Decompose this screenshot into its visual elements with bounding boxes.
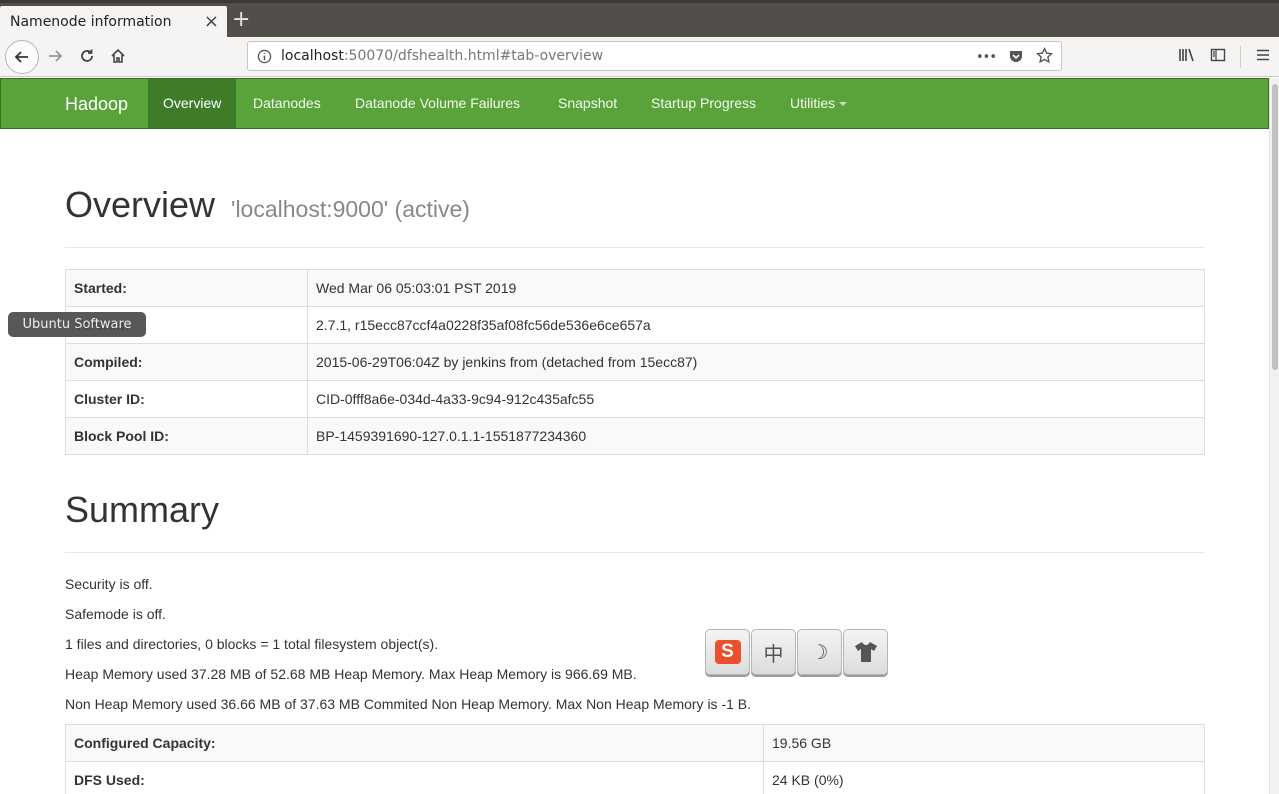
back-arrow-icon[interactable] — [5, 40, 39, 74]
table-row: Block Pool ID: BP-1459391690-127.0.1.1-15… — [65, 417, 1205, 455]
row-key: Compiled: — [65, 343, 308, 381]
library-icon[interactable] — [1178, 47, 1196, 67]
brand-logo[interactable]: Hadoop — [65, 94, 128, 115]
url-text[interactable]: localhost:50070/dfshealth.html#tab-overv… — [281, 48, 603, 64]
summary-heading: Summary — [65, 489, 220, 530]
ubuntu-software-tooltip: Ubuntu Software — [8, 312, 146, 337]
summary-line: 1 files and directories, 0 blocks = 1 to… — [65, 636, 439, 652]
summary-line: Security is off. — [65, 576, 153, 592]
chinese-mode-button[interactable]: 中 — [751, 629, 796, 675]
divider — [65, 552, 1205, 553]
ime-toolbar: S 中 ☽ — [705, 629, 888, 675]
sidebar-icon[interactable] — [1210, 47, 1226, 67]
summary-line: Non Heap Memory used 36.66 MB of 37.63 M… — [65, 696, 752, 712]
overview-subtitle: 'localhost:9000' (active) — [231, 196, 470, 222]
url-bar[interactable]: localhost:50070/dfshealth.html#tab-overv… — [247, 41, 1062, 71]
row-key: Cluster ID: — [65, 380, 308, 418]
nav-startup-progress[interactable]: Startup Progress — [636, 79, 771, 128]
sogou-s-icon: S — [714, 640, 741, 664]
browser-tab[interactable]: Namenode information × — [0, 6, 227, 40]
hadoop-navbar: Hadoop Overview Datanodes Datanode Volum… — [0, 78, 1269, 129]
shirt-icon — [854, 642, 877, 662]
reload-icon[interactable] — [72, 41, 102, 71]
pocket-icon[interactable] — [1008, 48, 1024, 68]
moon-icon: ☽ — [810, 640, 829, 664]
row-key: Started: — [65, 269, 308, 307]
browser-toolbar: localhost:50070/dfshealth.html#tab-overv… — [0, 37, 1279, 77]
chinese-mode-icon: 中 — [763, 641, 784, 666]
table-row: Configured Capacity: 19.56 GB — [65, 724, 1205, 762]
skin-button[interactable] — [843, 629, 888, 675]
overview-heading: Overview 'localhost:9000' (active) — [65, 184, 470, 226]
overview-table: Started:Wed Mar 06 05:03:01 PST 2019 Ver… — [65, 269, 1205, 455]
row-key: Configured Capacity: — [65, 724, 764, 762]
nav-utilities-label: Utilities — [790, 95, 836, 111]
summary-line: Safemode is off. — [65, 606, 166, 622]
nav-snapshot[interactable]: Snapshot — [543, 79, 632, 128]
row-key: DFS Used: — [65, 761, 764, 794]
row-value: 2.7.1, r15ecc87ccf4a0228f35af08fc56de536… — [307, 306, 1205, 344]
page-scrollbar[interactable] — [1269, 78, 1279, 794]
row-value: Wed Mar 06 05:03:01 PST 2019 — [307, 269, 1205, 307]
nav-overview[interactable]: Overview — [148, 79, 237, 128]
tab-close-icon[interactable]: × — [204, 13, 219, 31]
row-value: 2015-06-29T06:04Z by jenkins from (detac… — [307, 343, 1205, 381]
table-row: Compiled: 2015-06-29T06:04Z by jenkins fr… — [65, 343, 1205, 381]
new-tab-button[interactable]: + — [232, 9, 250, 31]
forward-arrow-icon[interactable] — [40, 41, 70, 71]
moon-halfwidth-button[interactable]: ☽ — [797, 629, 842, 675]
tab-title: Namenode information — [10, 14, 172, 30]
url-path: :50070/dfshealth.html#tab-overview — [343, 48, 604, 64]
overview-title: Overview — [65, 184, 216, 225]
info-icon[interactable] — [257, 49, 272, 68]
page-actions-menu-icon[interactable]: ••• — [976, 50, 997, 65]
nav-utilities-dropdown[interactable]: Utilities — [775, 79, 862, 128]
divider — [65, 247, 1205, 248]
sogou-ime-button[interactable]: S — [705, 629, 750, 675]
page-content: Hadoop Overview Datanodes Datanode Volum… — [0, 78, 1269, 794]
toolbar-divider — [1240, 46, 1241, 68]
url-host: localhost — [281, 48, 344, 64]
home-icon[interactable] — [103, 41, 133, 71]
nav-datanodes[interactable]: Datanodes — [238, 79, 336, 128]
row-key: Block Pool ID: — [65, 417, 308, 455]
row-value: BP-1459391690-127.0.1.1-1551877234360 — [307, 417, 1205, 455]
scrollbar-thumb[interactable] — [1272, 84, 1278, 370]
browser-tab-strip: Namenode information × + — [0, 0, 1279, 40]
caret-down-icon — [839, 102, 848, 107]
summary-table: Configured Capacity: 19.56 GB DFS Used: 24… — [65, 724, 1205, 794]
table-row: DFS Used: 24 KB (0%) — [65, 761, 1205, 794]
nav-datanode-volume-failures[interactable]: Datanode Volume Failures — [340, 79, 535, 128]
table-row: Version:2.7.1, r15ecc87ccf4a0228f35af08f… — [65, 306, 1205, 344]
hamburger-menu-icon[interactable] — [1255, 47, 1271, 67]
row-value: 19.56 GB — [763, 724, 1205, 762]
row-value: CID-0fff8a6e-034d-4a33-9c94-912c435afc55 — [307, 380, 1205, 418]
summary-line: Heap Memory used 37.28 MB of 52.68 MB He… — [65, 666, 637, 682]
table-row: Cluster ID: CID-0fff8a6e-034d-4a33-9c94-9… — [65, 380, 1205, 418]
bookmark-star-icon[interactable] — [1035, 46, 1054, 68]
table-row: Started: Wed Mar 06 05:03:01 PST 2019 — [65, 269, 1205, 307]
row-value: 24 KB (0%) — [763, 761, 1205, 794]
